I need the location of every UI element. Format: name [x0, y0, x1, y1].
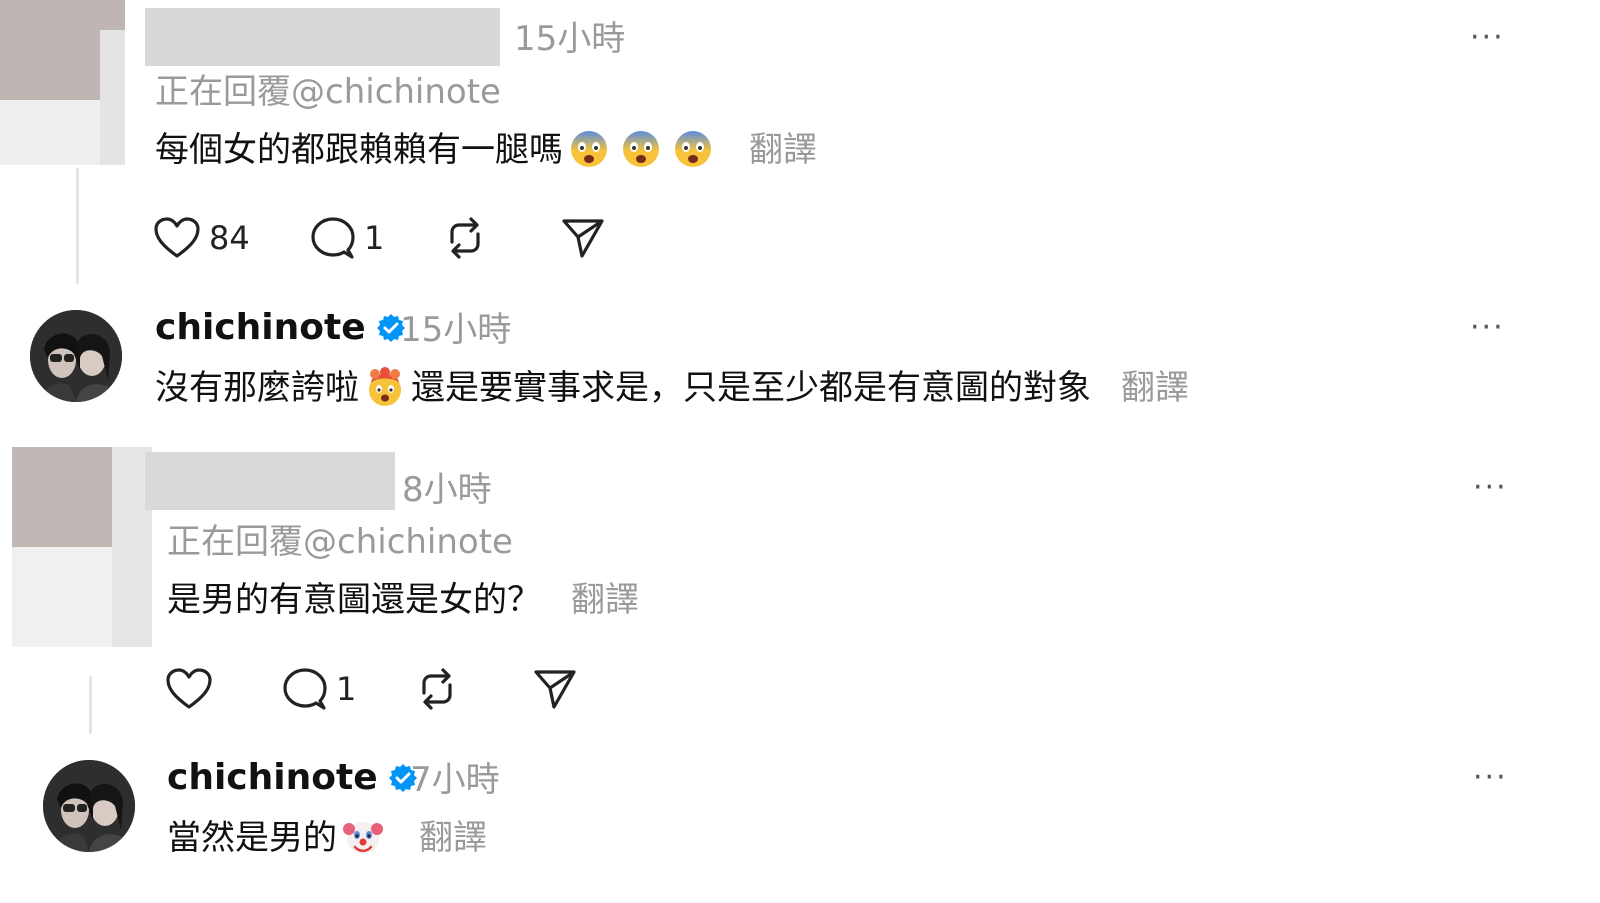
- username[interactable]: chichinote: [155, 306, 406, 350]
- translate-link[interactable]: 翻譯: [419, 818, 487, 858]
- like-button[interactable]: 84: [153, 216, 250, 260]
- reply-button[interactable]: 1: [310, 216, 384, 260]
- repost-button[interactable]: [442, 216, 488, 260]
- heart-icon: [166, 668, 212, 709]
- repost-icon: [450, 217, 480, 259]
- username-blurred[interactable]: [145, 8, 500, 66]
- comment-body-part-1: 沒有那麼誇啦: [155, 368, 359, 408]
- replying-to-label: 正在回覆@chichinote: [155, 72, 501, 112]
- comment-text: 是男的有意圖還是女的？ 翻譯: [167, 578, 639, 622]
- comment-text: 當然是男的 翻譯: [167, 816, 487, 860]
- comment-time: 15小時: [400, 310, 512, 350]
- heart-icon: [154, 217, 200, 258]
- username-text: chichinote: [155, 307, 366, 348]
- more-options-button[interactable]: ···: [1473, 763, 1508, 793]
- fearful-face-emoji-icon: [569, 129, 609, 169]
- repost-button[interactable]: [414, 667, 460, 711]
- replying-to-label: 正在回覆@chichinote: [167, 522, 513, 562]
- more-options-button[interactable]: ···: [1470, 23, 1505, 53]
- comment-body: 是男的有意圖還是女的？: [167, 580, 541, 620]
- more-options-button[interactable]: ···: [1470, 313, 1505, 343]
- like-count: 84: [209, 219, 250, 257]
- comment-time: 8小時: [402, 470, 492, 510]
- comment-icon: [311, 217, 355, 259]
- username[interactable]: chichinote: [167, 756, 418, 800]
- translate-link[interactable]: 翻譯: [1121, 368, 1189, 408]
- avatar[interactable]: [30, 310, 122, 402]
- send-icon: [534, 670, 576, 709]
- exploding-head-emoji-icon: [365, 367, 405, 407]
- like-button[interactable]: [165, 667, 221, 711]
- comment-icon: [283, 668, 327, 710]
- username-blurred[interactable]: [145, 452, 395, 510]
- comment-text: 每個女的都跟賴賴有一腿嗎 翻譯: [155, 128, 817, 172]
- send-icon: [562, 219, 604, 258]
- comment-body: 每個女的都跟賴賴有一腿嗎: [155, 130, 563, 170]
- share-button[interactable]: [532, 667, 578, 711]
- avatar-blurred[interactable]: [12, 447, 152, 647]
- share-button[interactable]: [560, 216, 606, 260]
- translate-link[interactable]: 翻譯: [571, 580, 639, 620]
- thread-line: [76, 168, 79, 284]
- repost-icon: [422, 668, 452, 710]
- comment-text: 沒有那麼誇啦 還是要實事求是，只是至少都是有意圖的對象 翻譯: [155, 366, 1189, 410]
- comment-time: 15小時: [514, 19, 626, 59]
- avatar[interactable]: [43, 760, 135, 852]
- fearful-face-emoji-icon: [673, 129, 713, 169]
- thread-line: [89, 676, 92, 734]
- avatar-blurred[interactable]: [0, 0, 125, 165]
- translate-link[interactable]: 翻譯: [749, 130, 817, 170]
- more-options-button[interactable]: ···: [1473, 473, 1508, 503]
- reply-button[interactable]: 1: [282, 667, 356, 711]
- clown-face-emoji-icon: [343, 817, 383, 857]
- comment-time: 7小時: [410, 760, 500, 800]
- username-text: chichinote: [167, 757, 378, 798]
- comment-body: 當然是男的: [167, 818, 337, 858]
- comment-body-part-2: 還是要實事求是，只是至少都是有意圖的對象: [411, 368, 1091, 408]
- fearful-face-emoji-icon: [621, 129, 661, 169]
- reply-count: 1: [364, 219, 385, 257]
- reply-count: 1: [336, 670, 357, 708]
